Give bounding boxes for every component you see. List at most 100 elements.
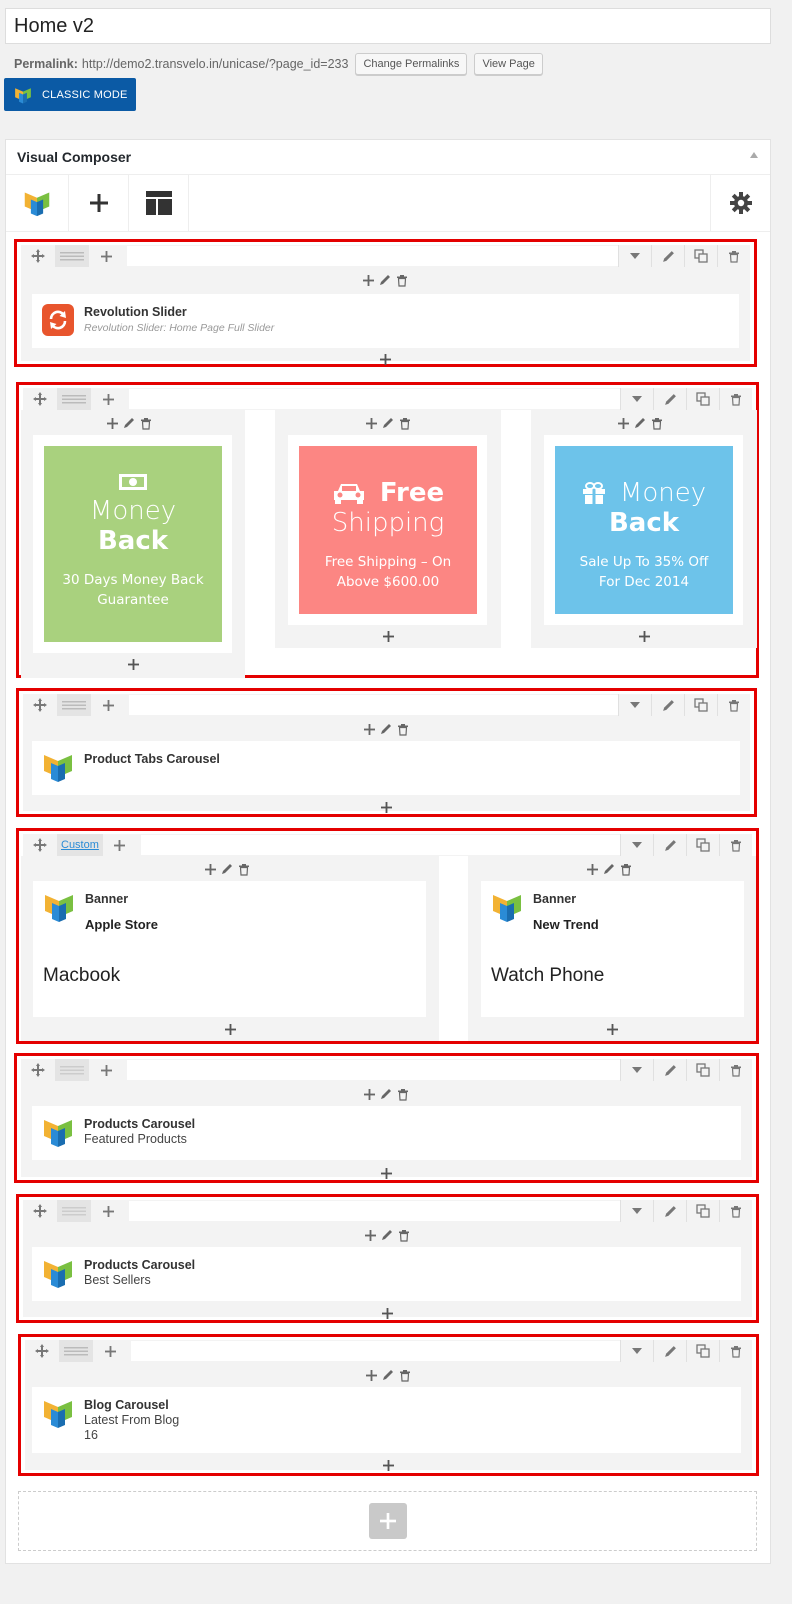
row-layout-button[interactable] [57, 388, 91, 410]
add-element-icon[interactable] [366, 1370, 377, 1381]
add-element-bottom[interactable] [25, 1457, 752, 1473]
clone-row-icon[interactable] [684, 245, 717, 267]
edit-column-icon[interactable] [379, 274, 391, 286]
row-layout-button[interactable] [57, 694, 91, 716]
add-element-bottom[interactable] [21, 1021, 439, 1037]
edit-row-icon[interactable] [653, 1200, 686, 1222]
view-page-button[interactable]: View Page [474, 53, 543, 75]
move-handle-icon[interactable] [23, 834, 57, 856]
edit-row-icon[interactable] [653, 1059, 686, 1081]
add-element-bottom[interactable] [21, 351, 750, 367]
delete-column-icon[interactable] [140, 417, 152, 430]
delete-column-icon[interactable] [397, 723, 409, 736]
permalink-url[interactable]: http://demo2.transvelo.in/unicase/?page_… [82, 57, 349, 71]
add-element-icon[interactable] [364, 1089, 375, 1100]
element-banner-new-trend[interactable]: Banner New Trend Watch Phone [481, 881, 744, 1017]
add-element-bottom[interactable] [468, 1021, 756, 1037]
move-handle-icon[interactable] [21, 245, 55, 267]
page-title-input[interactable]: Home v2 [5, 8, 771, 44]
delete-column-icon[interactable] [620, 863, 632, 876]
clone-row-icon[interactable] [686, 1059, 719, 1081]
toggle-row-icon[interactable] [620, 1059, 653, 1081]
delete-row-icon[interactable] [719, 834, 752, 856]
row-layout-button[interactable] [59, 1340, 93, 1362]
edit-column-icon[interactable] [603, 863, 615, 875]
edit-column-icon[interactable] [634, 417, 646, 429]
collapse-caret-icon[interactable] [750, 152, 758, 158]
toggle-row-icon[interactable] [620, 1200, 653, 1222]
edit-column-icon[interactable] [380, 1088, 392, 1100]
row-layout-custom[interactable]: Custom [57, 834, 103, 856]
add-element-icon[interactable] [587, 864, 598, 875]
element-revolution-slider[interactable]: Revolution Slider Revolution Slider: Hom… [32, 294, 739, 348]
settings-button[interactable] [710, 175, 770, 231]
delete-row-icon[interactable] [719, 1059, 752, 1081]
edit-column-icon[interactable] [123, 417, 135, 429]
toggle-row-icon[interactable] [618, 694, 651, 716]
add-element-icon[interactable] [366, 418, 377, 429]
edit-row-icon[interactable] [651, 245, 684, 267]
clone-row-icon[interactable] [686, 1200, 719, 1222]
clone-row-icon[interactable] [686, 834, 719, 856]
element-products-carousel[interactable]: Products Carousel Featured Products [32, 1106, 741, 1160]
element-banner-sale[interactable]: Money Back Sale Up To 35% Off For Dec 20… [544, 435, 743, 625]
move-handle-icon[interactable] [25, 1340, 59, 1362]
edit-row-icon[interactable] [653, 1340, 686, 1362]
add-column-icon[interactable] [103, 834, 137, 856]
edit-column-icon[interactable] [221, 863, 233, 875]
element-blog-carousel[interactable]: Blog Carousel Latest From Blog 16 [32, 1387, 741, 1453]
edit-column-icon[interactable] [380, 723, 392, 735]
add-element-icon[interactable] [205, 864, 216, 875]
element-banner-free-shipping[interactable]: Free Shipping Free Shipping – On Above $… [288, 435, 487, 625]
delete-row-icon[interactable] [717, 245, 750, 267]
add-column-icon[interactable] [89, 245, 123, 267]
vc-header[interactable]: Visual Composer [6, 140, 770, 175]
add-column-icon[interactable] [93, 1340, 127, 1362]
add-element-icon[interactable] [363, 275, 374, 286]
add-element-bottom[interactable] [21, 1165, 752, 1181]
edit-column-icon[interactable] [382, 1369, 394, 1381]
change-permalinks-button[interactable]: Change Permalinks [355, 53, 468, 75]
add-element-icon[interactable] [618, 418, 629, 429]
edit-row-icon[interactable] [651, 694, 684, 716]
add-element-bottom[interactable] [21, 656, 245, 672]
delete-column-icon[interactable] [398, 1229, 410, 1242]
delete-column-icon[interactable] [397, 1088, 409, 1101]
row-layout-button[interactable] [57, 1200, 91, 1222]
templates-button[interactable] [129, 175, 189, 231]
edit-row-icon[interactable] [653, 834, 686, 856]
classic-mode-button[interactable]: CLASSIC MODE [4, 78, 136, 111]
delete-column-icon[interactable] [399, 1369, 411, 1382]
clone-row-icon[interactable] [684, 694, 717, 716]
toggle-row-icon[interactable] [618, 245, 651, 267]
add-element-button[interactable] [69, 175, 129, 231]
clone-row-icon[interactable] [686, 388, 719, 410]
vc-logo-button[interactable] [6, 175, 69, 231]
add-column-icon[interactable] [91, 1200, 125, 1222]
row-layout-button[interactable] [55, 1059, 89, 1081]
add-element-bottom[interactable] [275, 628, 501, 644]
add-element-bottom[interactable] [531, 628, 757, 644]
element-product-tabs-carousel[interactable]: Product Tabs Carousel [32, 741, 740, 795]
delete-row-icon[interactable] [719, 1340, 752, 1362]
element-products-carousel[interactable]: Products Carousel Best Sellers [32, 1247, 741, 1301]
add-row-button[interactable] [368, 1503, 407, 1539]
delete-row-icon[interactable] [717, 694, 750, 716]
delete-column-icon[interactable] [238, 863, 250, 876]
row-layout-button[interactable] [55, 245, 89, 267]
add-element-bottom[interactable] [23, 799, 750, 815]
edit-column-icon[interactable] [382, 417, 394, 429]
move-handle-icon[interactable] [23, 694, 57, 716]
add-element-icon[interactable] [365, 1230, 376, 1241]
toggle-row-icon[interactable] [620, 834, 653, 856]
move-handle-icon[interactable] [23, 388, 57, 410]
delete-column-icon[interactable] [396, 274, 408, 287]
add-column-icon[interactable] [89, 1059, 123, 1081]
delete-column-icon[interactable] [651, 417, 663, 430]
toggle-row-icon[interactable] [620, 1340, 653, 1362]
delete-column-icon[interactable] [399, 417, 411, 430]
element-banner-apple-store[interactable]: Banner Apple Store Macbook [33, 881, 426, 1017]
delete-row-icon[interactable] [719, 388, 752, 410]
edit-row-icon[interactable] [653, 388, 686, 410]
add-column-icon[interactable] [91, 694, 125, 716]
